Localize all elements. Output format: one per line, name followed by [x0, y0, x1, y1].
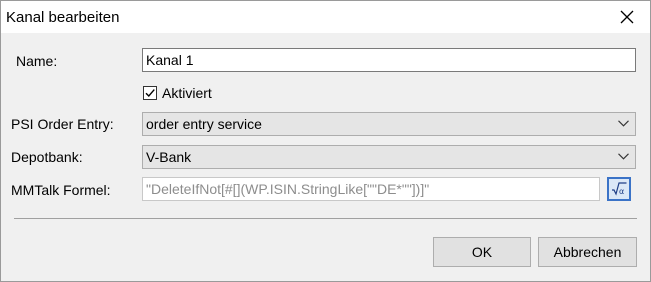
depotbank-select[interactable]: V-Bank: [142, 145, 636, 169]
ok-button[interactable]: OK: [433, 237, 531, 267]
separator-line: [14, 218, 637, 219]
dialog-title: Kanal bearbeiten: [6, 9, 120, 26]
edit-channel-dialog: Kanal bearbeiten Name: Kanal 1 Aktiviert…: [0, 0, 651, 282]
depotbank-label: Depotbank:: [11, 149, 83, 165]
formula-editor-button[interactable]: α: [607, 177, 631, 201]
formula-editor-icon: α: [612, 182, 627, 196]
chevron-down-icon: [618, 120, 629, 127]
psi-order-entry-select[interactable]: order entry service: [142, 112, 636, 136]
aktiviert-checkbox-row[interactable]: Aktiviert: [143, 85, 212, 101]
name-label: Name:: [16, 53, 58, 69]
close-icon: [620, 10, 634, 24]
depotbank-value: V-Bank: [146, 149, 192, 165]
title-bar: Kanal bearbeiten: [1, 1, 650, 33]
checkmark-icon: [145, 89, 155, 98]
psi-order-entry-label: PSI Order Entry:: [11, 116, 114, 132]
name-input[interactable]: Kanal 1: [142, 48, 636, 72]
svg-text:α: α: [619, 187, 624, 196]
mmtalk-formula-input[interactable]: "DeleteIfNot[#[](WP.ISIN.StringLike[""DE…: [142, 177, 600, 201]
close-button[interactable]: [608, 3, 646, 31]
aktiviert-checkbox[interactable]: [143, 86, 157, 100]
cancel-button[interactable]: Abbrechen: [538, 237, 637, 267]
chevron-down-icon: [618, 153, 629, 160]
psi-order-entry-value: order entry service: [146, 116, 262, 132]
aktiviert-label: Aktiviert: [162, 85, 212, 101]
mmtalk-formula-label: MMTalk Formel:: [11, 182, 111, 198]
